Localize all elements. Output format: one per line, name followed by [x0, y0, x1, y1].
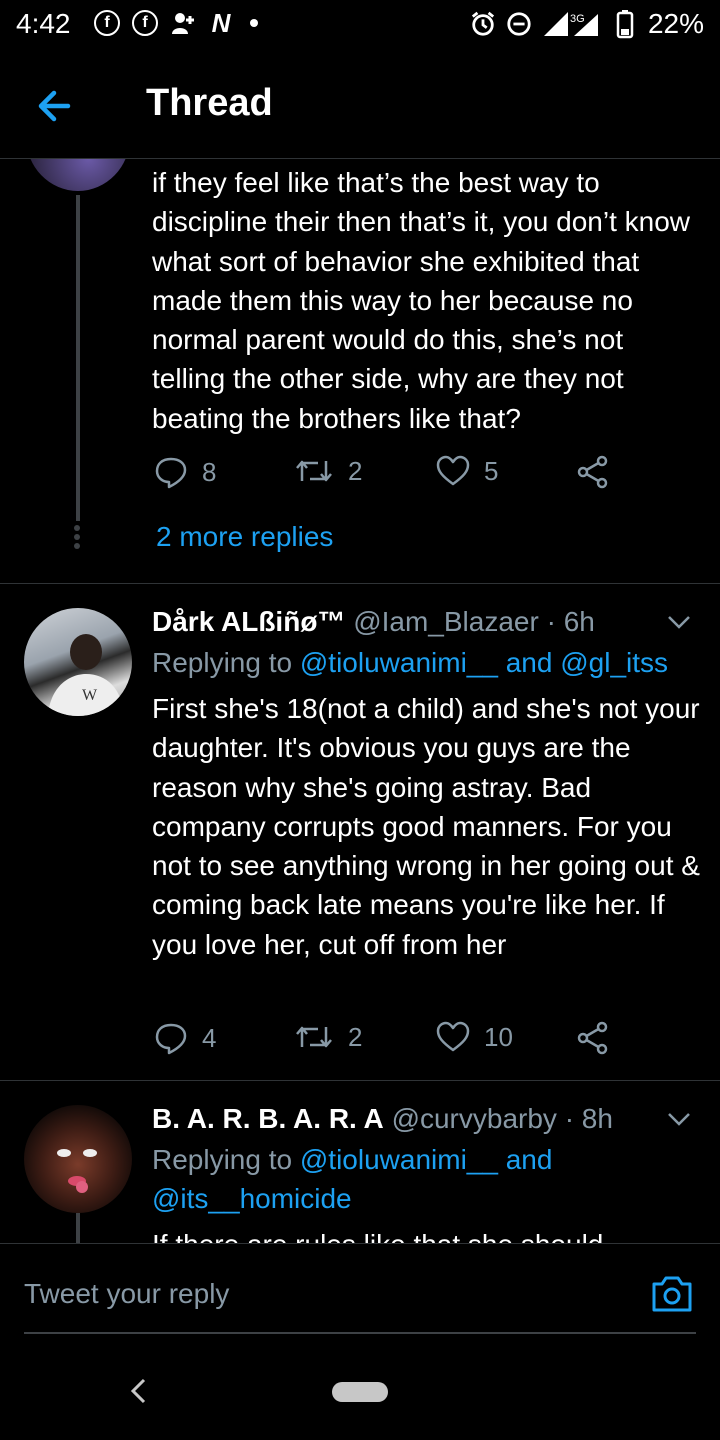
- tweet-text: if they feel like that’s the best way to…: [152, 167, 691, 434]
- chevron-down-icon[interactable]: [666, 609, 692, 635]
- notification-icons: f f N: [94, 7, 258, 38]
- thread-connector: [76, 195, 80, 521]
- signal-icon: 3G: [542, 11, 602, 37]
- tweet-text: If there are rules like that she should: [152, 1225, 700, 1243]
- battery-percent: 22%: [647, 8, 704, 39]
- like-action[interactable]: 10: [436, 1021, 513, 1053]
- facebook-icon: f: [132, 10, 158, 36]
- app-header: Thread: [0, 52, 720, 159]
- mention-link[interactable]: @tioluwanimi__: [300, 647, 498, 678]
- heart-icon: [436, 1021, 470, 1052]
- tweet-author: Dårk ALßiñø™ @Iam_Blazaer · 6h: [152, 606, 595, 638]
- replying-to: Replying to @tioluwanimi__ and @its__hom…: [152, 1144, 553, 1215]
- reply-icon: [155, 1023, 187, 1055]
- reply-input[interactable]: Tweet your reply: [24, 1278, 229, 1310]
- author-handle[interactable]: @curvybarby · 8h: [392, 1103, 613, 1134]
- share-action[interactable]: [576, 455, 610, 489]
- tweet-actions: 4 2 10: [152, 1021, 672, 1061]
- retweet-action[interactable]: 2: [294, 455, 362, 487]
- retweet-action[interactable]: 2: [294, 1021, 362, 1053]
- status-bar: 4:42 f f N 3G 22%: [0, 0, 720, 52]
- chevron-down-icon[interactable]: [666, 1106, 692, 1132]
- more-notifications-icon: [250, 19, 258, 27]
- retweet-icon: [296, 1026, 332, 1048]
- avatar[interactable]: W: [24, 608, 132, 716]
- reply-count: 8: [202, 456, 217, 487]
- nav-back-icon[interactable]: [126, 1376, 152, 1406]
- divider: [0, 583, 720, 584]
- tweet-actions: 8 2 5: [152, 455, 672, 495]
- author-name[interactable]: Dårk ALßiñø™: [152, 606, 345, 637]
- reply-icon: [155, 457, 187, 489]
- svg-text:W: W: [82, 687, 98, 704]
- mention-link[interactable]: @its__homicide: [152, 1183, 352, 1214]
- share-action[interactable]: [576, 1021, 610, 1055]
- retweet-count: 2: [348, 1021, 363, 1052]
- reply-action[interactable]: 4: [154, 1021, 216, 1055]
- back-arrow-icon[interactable]: [32, 82, 80, 130]
- battery-icon: [612, 10, 638, 39]
- page-title: Thread: [146, 82, 273, 124]
- n-app-icon: N: [211, 7, 231, 38]
- avatar[interactable]: [24, 1105, 132, 1213]
- author-handle[interactable]: @Iam_Blazaer · 6h: [353, 606, 595, 637]
- reply-action[interactable]: 8: [154, 455, 216, 489]
- share-icon: [577, 1021, 608, 1055]
- author-name[interactable]: B. A. R. B. A. R. A: [152, 1103, 384, 1134]
- more-replies-link[interactable]: 2 more replies: [156, 521, 333, 553]
- mention-link[interactable]: @tioluwanimi__: [300, 1144, 498, 1175]
- like-count: 5: [484, 455, 499, 486]
- system-nav-bar: [0, 1344, 720, 1440]
- system-icons: 3G 22%: [470, 8, 704, 40]
- reply-composer: Tweet your reply: [0, 1243, 720, 1344]
- avatar[interactable]: [26, 159, 130, 191]
- heart-icon: [436, 455, 470, 486]
- share-icon: [577, 455, 608, 489]
- retweet-count: 2: [348, 455, 363, 486]
- network-label: 3G: [570, 13, 585, 25]
- input-underline: [24, 1332, 696, 1334]
- like-action[interactable]: 5: [436, 455, 498, 487]
- camera-icon[interactable]: [650, 1274, 694, 1314]
- reply-count: 4: [202, 1022, 217, 1053]
- divider: [0, 1080, 720, 1081]
- home-pill-icon[interactable]: [332, 1382, 388, 1402]
- add-user-icon: [170, 10, 196, 36]
- retweet-icon: [296, 460, 332, 482]
- facebook-icon: f: [94, 10, 120, 36]
- thread-connector: [76, 1213, 80, 1243]
- status-time: 4:42: [16, 8, 71, 39]
- tweet-text: First she's 18(not a child) and she's no…: [152, 693, 700, 960]
- replying-to: Replying to @tioluwanimi__ and @gl_itss: [152, 647, 669, 678]
- do-not-disturb-icon: [506, 11, 532, 37]
- like-count: 10: [484, 1021, 513, 1052]
- alarm-icon: [470, 11, 496, 37]
- tweet-author: B. A. R. B. A. R. A @curvybarby · 8h: [152, 1103, 613, 1135]
- thread-list[interactable]: if they feel like that’s the best way to…: [0, 159, 720, 1243]
- more-dots: [74, 525, 80, 549]
- mention-link[interactable]: @gl_itss: [560, 647, 668, 678]
